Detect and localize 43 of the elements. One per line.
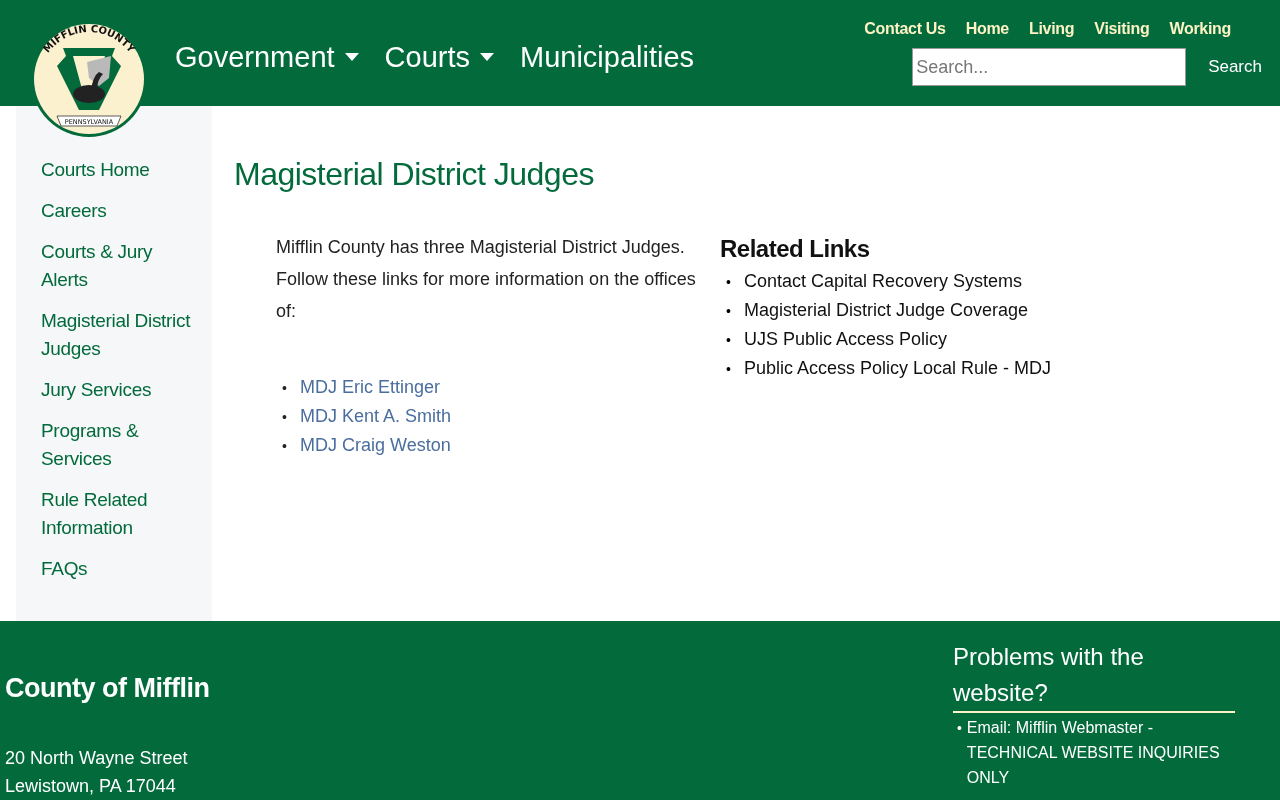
bullet: • [726,301,732,321]
bullet: • [726,359,732,379]
related-link[interactable]: Magisterial District Judge Coverage [744,295,1029,324]
footer-title: County of Mifflin [5,673,210,704]
webmaster-email-link[interactable]: Email: Mifflin Webmaster - TECHNICAL WEBSITE INQUIRIES ONLY [966,715,1235,790]
top-nav-link[interactable]: Visiting [1094,20,1150,38]
top-nav-link[interactable]: Home [965,20,1009,38]
sidebar-link[interactable]: FAQs [41,554,198,583]
sidebar-link[interactable]: Courts Home [41,155,198,184]
bullet: • [957,720,963,736]
bullet: • [282,378,288,398]
search-field[interactable]: Search... [912,48,1187,86]
sidebar-link[interactable]: Magisterial District Judges [41,306,198,363]
nav-menu-link[interactable]: Municipalities [520,40,695,74]
top-nav-link[interactable]: Living [1029,20,1075,38]
sidebar-link[interactable]: Programs & Services [41,416,198,473]
caret-icon [480,53,494,61]
address-line: 20 North Wayne Street [5,747,189,770]
nav-menu-link[interactable]: Government [175,40,359,74]
sidebar-link[interactable]: Rule Related Information [41,485,198,542]
address-line: Lewistown, PA 17044 [5,775,177,798]
related-link[interactable]: UJS Public Access Policy [744,324,948,353]
bullet: • [726,330,732,350]
search-button[interactable]: Search [1208,57,1262,77]
nav-menu-link[interactable]: Courts [384,40,494,74]
judge-link[interactable]: MDJ Eric Ettinger [300,372,441,401]
bullet: • [282,407,288,427]
related-link[interactable]: Public Access Policy Local Rule - MDJ [744,353,1052,382]
related-links-heading: Related Links [720,234,871,263]
sidebar-link[interactable]: Courts & Jury Alerts [41,237,198,294]
related-link[interactable]: Contact Capital Recovery Systems [744,266,1023,295]
sidebar-link[interactable]: Careers [41,196,198,225]
top-nav-link[interactable]: Contact Us [864,20,946,38]
bullet: • [282,436,288,456]
caret-icon [344,53,359,61]
judge-link[interactable]: MDJ Craig Weston [300,430,451,459]
sidebar-link[interactable]: Jury Services [41,375,198,404]
bullet: • [726,272,732,292]
judge-link[interactable]: MDJ Kent A. Smith [300,401,452,430]
problems-heading: Problems with the website? [953,639,1235,713]
page-title: Magisterial District Judges [234,155,595,193]
intro-paragraph: Mifflin County has three Magisterial District Judges. Follow these links for more information on the offices of: [276,235,697,323]
top-nav-link[interactable]: Working [1169,20,1231,38]
